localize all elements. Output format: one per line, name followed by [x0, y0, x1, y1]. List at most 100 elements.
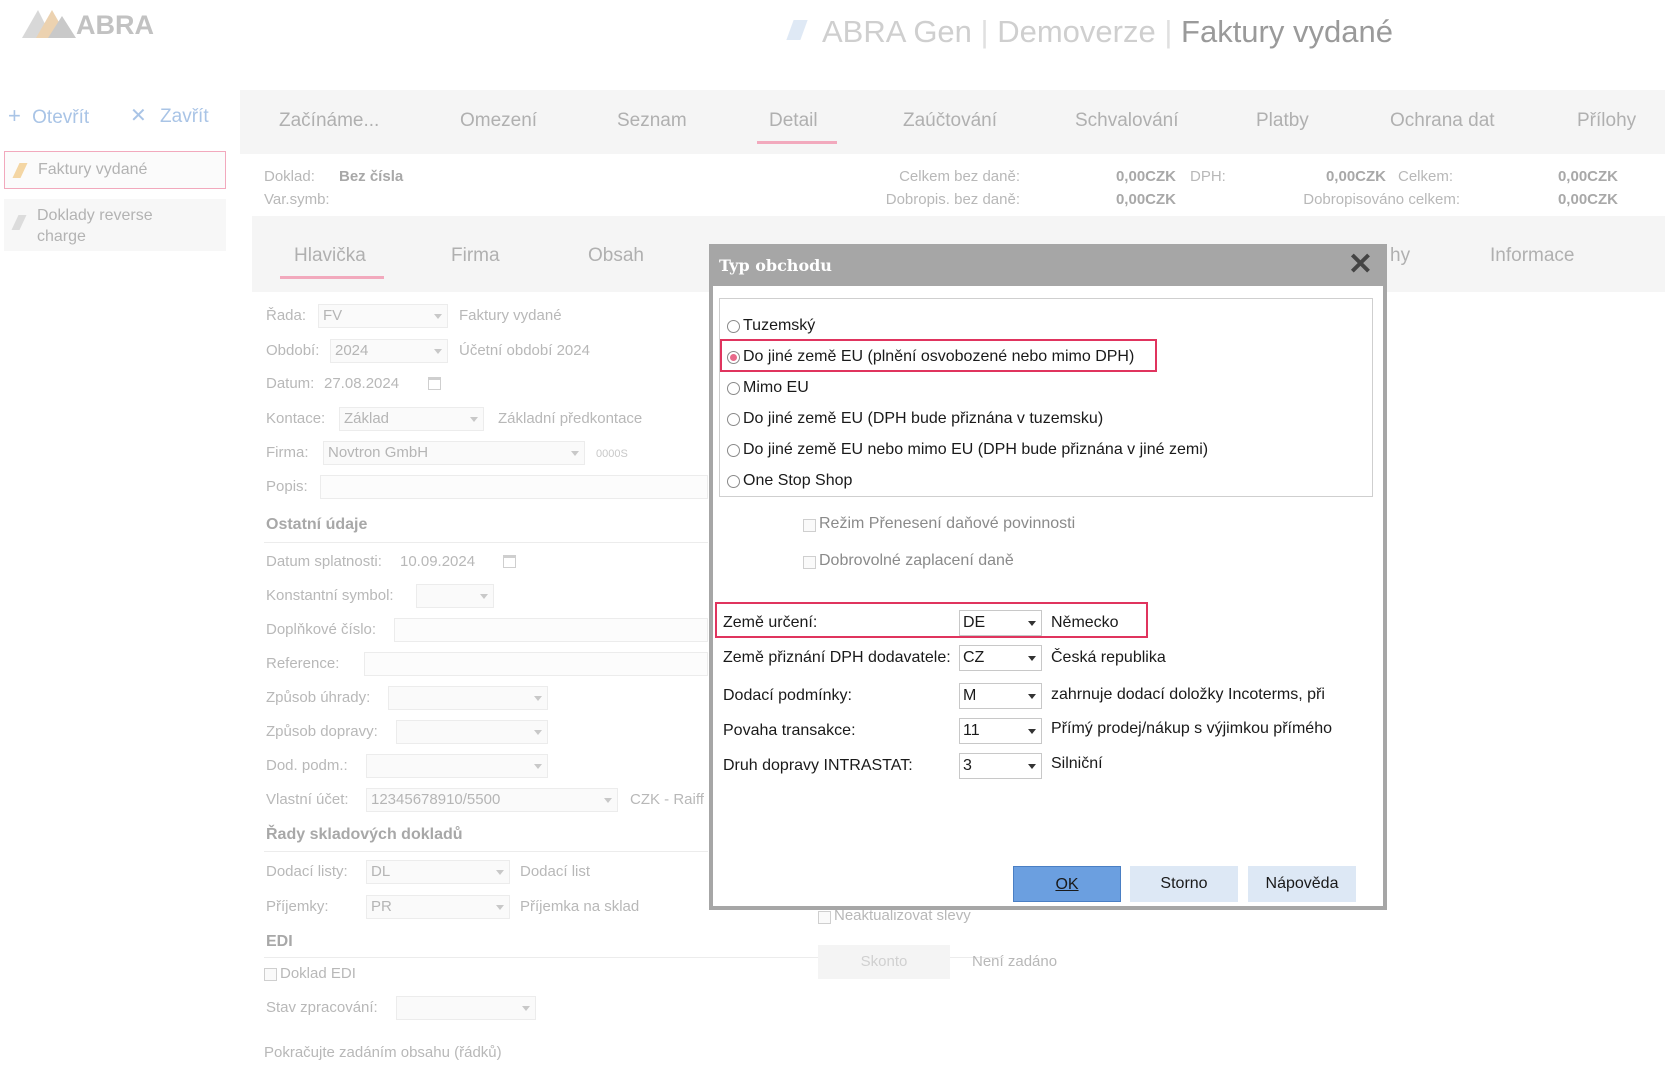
zpusob-uhrady-label: Způsob úhrady:	[266, 689, 371, 706]
dobrovolne-checkbox[interactable]	[803, 556, 816, 569]
skonto-button[interactable]: Skonto	[818, 945, 950, 979]
agenda-icon	[12, 163, 28, 178]
tab-detail[interactable]: Detail	[769, 110, 818, 132]
datum-value[interactable]: 27.08.2024	[324, 375, 399, 392]
reference-input[interactable]	[364, 652, 708, 676]
sidebar: + Otevřít ✕ Zavřít Faktury vydané Doklad…	[0, 95, 230, 1071]
tab-firma[interactable]: Firma	[451, 245, 500, 267]
tab-partial[interactable]: hy	[1390, 245, 1410, 267]
radio-tuzemsky[interactable]	[727, 320, 740, 333]
tab-ochrana-dat[interactable]: Ochrana dat	[1390, 110, 1495, 132]
stav-select[interactable]	[396, 996, 536, 1020]
calendar-icon[interactable]	[503, 555, 516, 568]
prijemky-select[interactable]: PR	[366, 895, 510, 919]
dod-podm-select[interactable]	[366, 754, 548, 778]
tab-seznam[interactable]: Seznam	[617, 110, 687, 132]
firma-select[interactable]: Novtron GmbH	[323, 441, 585, 465]
dropdown-arrow-icon	[496, 905, 504, 910]
dropdown-arrow-icon[interactable]	[1028, 764, 1036, 769]
kontace-label: Kontace:	[266, 410, 326, 427]
kontace-select[interactable]: Základ	[339, 407, 484, 431]
popis-label: Popis:	[266, 478, 308, 495]
obdobi-desc: Účetní období 2024	[459, 342, 590, 359]
section-divider	[264, 542, 708, 543]
doklad-edi-checkbox[interactable]	[264, 968, 277, 981]
close-icon[interactable]: ✕	[1348, 250, 1373, 280]
ok-button[interactable]: OK	[1013, 866, 1121, 902]
window-title: ABRA Gen | Demoverze | Faktury vydané	[786, 14, 1393, 50]
radio-one-stop-shop[interactable]	[727, 475, 740, 488]
sidebar-item-doklady-reverse-charge[interactable]: Doklady reverse charge	[4, 199, 226, 251]
close-x-icon: ✕	[130, 105, 147, 127]
neaktualizovat-checkbox[interactable]	[818, 911, 831, 924]
dodaci-listy-desc: Dodací list	[520, 863, 591, 880]
radio-label-mimo-eu[interactable]: Mimo EU	[743, 379, 809, 397]
reference-label: Reference:	[266, 655, 340, 672]
radio-label-eu-dph-tuzemsko[interactable]: Do jiné země EU (DPH bude přiznána v tuz…	[743, 410, 1103, 428]
tab-platby[interactable]: Platby	[1256, 110, 1309, 132]
tab-obsah[interactable]: Obsah	[588, 245, 644, 267]
radio-eu-dph-tuzemsko[interactable]	[727, 413, 740, 426]
tab-hlavicka[interactable]: Hlavička	[294, 245, 366, 267]
dodaci-podminky-select[interactable]: M	[959, 683, 1042, 709]
vlastni-ucet-select[interactable]: 12345678910/5500	[366, 788, 618, 812]
rezim-label: Režim Přenesení daňové povinnosti	[819, 515, 1076, 532]
sidebar-item-label: Faktury vydané	[38, 161, 148, 178]
dopl-cislo-input[interactable]	[394, 618, 708, 642]
dodaci-listy-select[interactable]: DL	[366, 860, 510, 884]
radio-eu-dph-jina-zeme[interactable]	[727, 444, 740, 457]
popis-input[interactable]	[320, 475, 708, 499]
zpusob-uhrady-select[interactable]	[388, 686, 548, 710]
radio-label-eu-dph-jina-zeme[interactable]: Do jiné země EU nebo mimo EU (DPH bude p…	[743, 441, 1208, 459]
dropdown-arrow-icon[interactable]	[1028, 656, 1036, 661]
druh-dopravy-value: 3	[963, 757, 972, 774]
povaha-transakce-select[interactable]: 11	[959, 718, 1042, 744]
tab-zaciname[interactable]: Začínáme...	[279, 110, 379, 132]
tab-informace[interactable]: Informace	[1490, 245, 1574, 267]
calendar-icon[interactable]	[428, 377, 441, 390]
zpusob-dopravy-label: Způsob dopravy:	[266, 723, 378, 740]
konst-symbol-label: Konstantní symbol:	[266, 587, 394, 604]
storno-button[interactable]: Storno	[1130, 866, 1238, 902]
tab-zauctovani[interactable]: Zaúčtování	[903, 110, 997, 132]
tab-schvalovani[interactable]: Schvalování	[1075, 110, 1179, 132]
tab-prilohy[interactable]: Přílohy	[1577, 110, 1636, 132]
doklad-edi-label: Doklad EDI	[280, 965, 356, 982]
celkem-value: 0,00CZK	[1557, 168, 1618, 185]
section-ostatni-udaje: Ostatní údaje	[266, 516, 368, 533]
zeme-priznani-select[interactable]: CZ	[959, 645, 1042, 671]
vlastni-ucet-value: 12345678910/5500	[371, 791, 501, 808]
dropdown-arrow-icon	[434, 314, 442, 319]
firma-code: 0000S	[596, 448, 628, 460]
close-label: Zavřít	[160, 106, 209, 127]
rada-value: FV	[323, 307, 343, 324]
dropdown-arrow-icon	[534, 764, 542, 769]
obdobi-select[interactable]: 2024	[330, 339, 448, 363]
rada-desc: Faktury vydané	[459, 307, 562, 324]
radio-label-one-stop-shop[interactable]: One Stop Shop	[743, 472, 852, 490]
dialog-title: Typ obchodu	[719, 256, 832, 275]
sidebar-item-label: Doklady reverse charge	[37, 207, 153, 245]
dropdown-arrow-icon[interactable]	[1028, 694, 1036, 699]
rada-select[interactable]: FV	[318, 304, 448, 328]
druh-dopravy-select[interactable]: 3	[959, 753, 1042, 779]
tab-omezeni[interactable]: Omezení	[460, 110, 537, 132]
dodaci-podminky-value: M	[963, 687, 977, 704]
close-button[interactable]: ✕ Zavřít	[130, 103, 209, 128]
rezim-checkbox[interactable]	[803, 519, 816, 532]
napoveda-button[interactable]: Nápověda	[1248, 866, 1356, 902]
celkem-label: Celkem:	[1398, 168, 1454, 185]
open-button[interactable]: + Otevřít	[8, 103, 89, 129]
dropdown-arrow-icon[interactable]	[1028, 729, 1036, 734]
zpusob-dopravy-select[interactable]	[396, 720, 548, 744]
radio-label-tuzemsky[interactable]: Tuzemský	[743, 317, 815, 335]
prijemky-value: PR	[371, 898, 392, 915]
tab-hlavicka-underline	[280, 276, 384, 279]
splatnost-value[interactable]: 10.09.2024	[400, 553, 475, 570]
radio-mimo-eu[interactable]	[727, 382, 740, 395]
dropdown-arrow-icon	[434, 349, 442, 354]
sidebar-item-faktury-vydane[interactable]: Faktury vydané	[4, 151, 226, 189]
konst-symbol-select[interactable]	[416, 584, 494, 608]
title-separator: |	[980, 14, 998, 49]
kontace-value: Základ	[344, 410, 390, 427]
